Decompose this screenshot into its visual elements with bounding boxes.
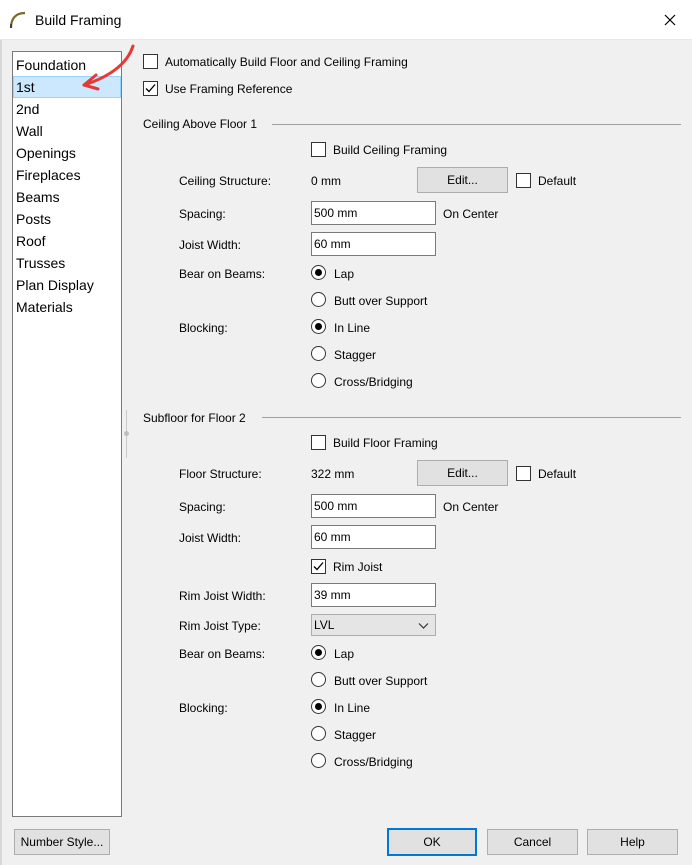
auto-build-label: Automatically Build Floor and Ceiling Fr… (165, 55, 408, 69)
floor-structure-value: 322 mm (311, 467, 355, 481)
ceiling-bear-butt-radio[interactable] (311, 292, 326, 307)
ceiling-spacing-label: Spacing: (179, 207, 226, 221)
floor-joist-width-input[interactable]: 60 mm (311, 525, 436, 549)
build-ceiling-framing-label: Build Ceiling Framing (333, 143, 448, 157)
ceiling-bear-lap-radio[interactable] (311, 265, 326, 280)
category-item-trusses[interactable]: Trusses (13, 252, 121, 274)
checkmark-icon (313, 562, 324, 571)
ceiling-blocking-cross-radio[interactable] (311, 373, 326, 388)
floor-blocking-inline-label: In Line (334, 701, 371, 715)
floor-blocking-stagger-label: Stagger (334, 728, 377, 742)
ceiling-blocking-cross-label: Cross/Bridging (334, 375, 413, 389)
ceiling-blocking-stagger-radio[interactable] (311, 346, 326, 361)
ceiling-bear-on-beams-label: Bear on Beams: (179, 267, 266, 281)
annotation-arrow-icon (82, 44, 135, 91)
ceiling-joist-width-input[interactable]: 60 mm (311, 232, 436, 256)
ceiling-blocking-stagger-label: Stagger (334, 348, 377, 362)
use-framing-reference-label: Use Framing Reference (165, 82, 293, 96)
subfloor-group-rule (262, 417, 681, 418)
window-title: Build Framing (35, 12, 122, 28)
help-button[interactable]: Help (587, 829, 678, 855)
floor-bear-lap-radio[interactable] (311, 645, 326, 660)
category-item-beams[interactable]: Beams (13, 186, 121, 208)
floor-bear-butt-label: Butt over Support (334, 674, 428, 688)
category-item-fireplaces[interactable]: Fireplaces (13, 164, 121, 186)
category-item-plan-display[interactable]: Plan Display (13, 274, 121, 296)
window-left-edge (0, 40, 2, 865)
rim-joist-type-value: LVL (314, 618, 335, 632)
floor-bear-butt-radio[interactable] (311, 672, 326, 687)
rim-joist-label: Rim Joist (333, 560, 383, 574)
subfloor-group-header: Subfloor for Floor 2 (143, 411, 246, 425)
ceiling-blocking-label: Blocking: (179, 321, 228, 335)
number-style-button[interactable]: Number Style... (14, 829, 110, 855)
floor-spacing-label: Spacing: (179, 500, 226, 514)
ceiling-on-center-label: On Center (443, 207, 499, 221)
ceiling-spacing-input[interactable]: 500 mm (311, 201, 436, 225)
category-item-openings[interactable]: Openings (13, 142, 121, 164)
checkmark-icon (145, 84, 156, 93)
ceiling-bear-butt-label: Butt over Support (334, 294, 428, 308)
title-bar: Build Framing (0, 0, 692, 40)
close-icon (664, 14, 676, 26)
build-ceiling-framing-checkbox[interactable] (311, 142, 326, 157)
app-arc-icon (9, 11, 26, 29)
close-button[interactable] (648, 0, 692, 40)
rim-joist-width-label: Rim Joist Width: (179, 589, 266, 603)
floor-on-center-label: On Center (443, 500, 499, 514)
floor-bear-on-beams-label: Bear on Beams: (179, 647, 266, 661)
splitter-grip[interactable] (124, 431, 129, 436)
cancel-button[interactable]: Cancel (487, 829, 578, 855)
floor-blocking-stagger-radio[interactable] (311, 726, 326, 741)
chevron-down-icon (418, 623, 429, 629)
rim-joist-type-select[interactable]: LVL (311, 614, 436, 636)
ceiling-structure-value: 0 mm (311, 174, 341, 188)
rim-joist-width-input[interactable]: 39 mm (311, 583, 436, 607)
rim-joist-type-label: Rim Joist Type: (179, 619, 261, 633)
category-item-2nd[interactable]: 2nd (13, 98, 121, 120)
ceiling-edit-button[interactable]: Edit... (417, 167, 508, 193)
auto-build-checkbox[interactable] (143, 54, 158, 69)
rim-joist-checkbox[interactable] (311, 559, 326, 574)
floor-blocking-inline-radio[interactable] (311, 699, 326, 714)
floor-bear-lap-label: Lap (334, 647, 355, 661)
floor-blocking-cross-radio[interactable] (311, 753, 326, 768)
category-item-roof[interactable]: Roof (13, 230, 121, 252)
category-item-posts[interactable]: Posts (13, 208, 121, 230)
ceiling-bear-lap-label: Lap (334, 267, 355, 281)
ceiling-blocking-inline-label: In Line (334, 321, 371, 335)
floor-joist-width-label: Joist Width: (179, 531, 242, 545)
ceiling-group-header: Ceiling Above Floor 1 (143, 117, 258, 131)
floor-blocking-label: Blocking: (179, 701, 228, 715)
ceiling-default-checkbox[interactable] (516, 173, 531, 188)
floor-spacing-input[interactable]: 500 mm (311, 494, 436, 518)
floor-default-label: Default (538, 467, 577, 481)
category-item-materials[interactable]: Materials (13, 296, 121, 318)
ceiling-blocking-inline-radio[interactable] (311, 319, 326, 334)
ceiling-default-label: Default (538, 174, 577, 188)
floor-structure-label: Floor Structure: (179, 467, 262, 481)
floor-default-checkbox[interactable] (516, 466, 531, 481)
ceiling-group-rule (272, 124, 681, 125)
category-item-wall[interactable]: Wall (13, 120, 121, 142)
ceiling-structure-label: Ceiling Structure: (179, 174, 272, 188)
use-framing-reference-checkbox[interactable] (143, 81, 158, 96)
build-floor-framing-label: Build Floor Framing (333, 436, 438, 450)
ceiling-joist-width-label: Joist Width: (179, 238, 242, 252)
category-list[interactable]: Foundation 1st 2nd Wall Openings Fireplaces Be… (12, 51, 122, 817)
build-floor-framing-checkbox[interactable] (311, 435, 326, 450)
ok-button[interactable]: OK (387, 828, 477, 856)
floor-edit-button[interactable]: Edit... (417, 460, 508, 486)
floor-blocking-cross-label: Cross/Bridging (334, 755, 413, 769)
